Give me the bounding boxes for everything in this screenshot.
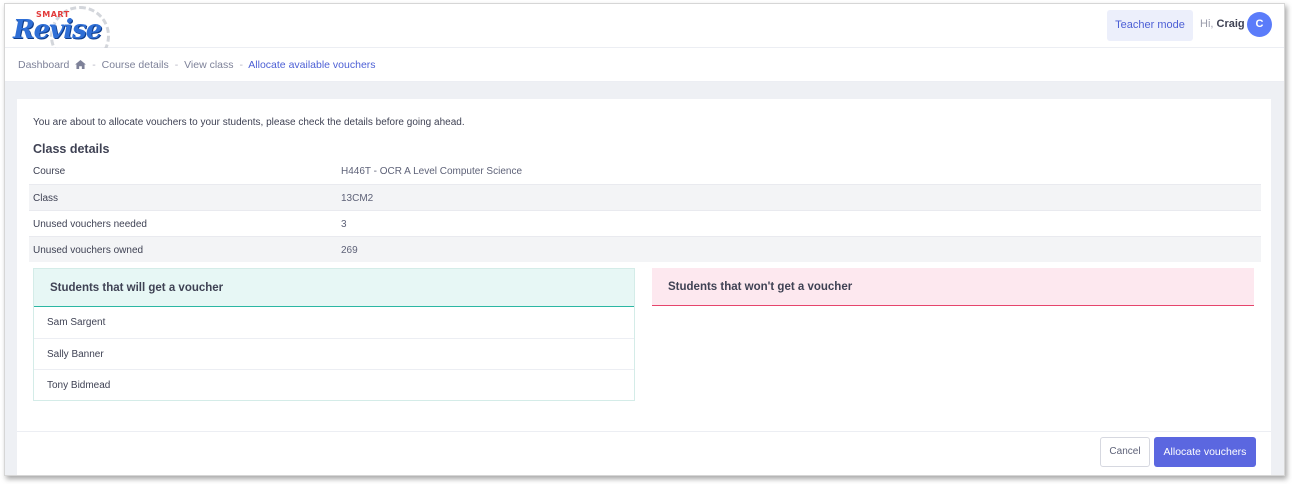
allocate-vouchers-button[interactable]: Allocate vouchers [1154,437,1256,467]
avatar[interactable]: C [1247,12,1272,37]
user-greeting: Hi, Craig [1200,10,1245,38]
detail-row-course: Course H446T - OCR A Level Computer Scie… [29,158,1261,184]
logo-text: Revise [13,15,102,45]
home-icon[interactable] [75,60,87,69]
breadcrumb-bar: Dashboard - Course details - View class … [5,48,1284,82]
breadcrumb-current: Allocate available vouchers [248,59,376,71]
footer-divider [17,431,1271,432]
list-item: Sally Banner [34,338,634,369]
top-navbar: SMART Revise Teacher mode Hi, Craig C [5,4,1284,66]
detail-row-class: Class 13CM2 [29,184,1261,210]
cancel-button[interactable]: Cancel [1100,437,1150,467]
detail-label: Unused vouchers needed [33,219,147,230]
app-window: SMART Revise Teacher mode Hi, Craig C Da… [4,3,1285,476]
detail-value: H446T - OCR A Level Computer Science [341,166,523,177]
detail-row-vouchers-needed: Unused vouchers needed 3 [29,210,1261,236]
detail-value: 3 [341,219,347,230]
students-no-voucher-panel: Students that won't get a voucher [652,268,1254,306]
allocate-card: You are about to allocate vouchers to yo… [17,99,1271,475]
students-get-voucher-title: Students that will get a voucher [34,269,634,307]
smart-revise-logo[interactable]: SMART Revise [10,4,115,66]
breadcrumb-dashboard[interactable]: Dashboard [18,59,69,71]
content-area: You are about to allocate vouchers to yo… [5,82,1284,475]
list-item: Sam Sargent [47,317,106,328]
intro-text: You are about to allocate vouchers to yo… [33,117,465,128]
students-get-voucher-panel: Students that will get a voucher Sam Sar… [33,268,635,401]
students-get-voucher-list: Sam Sargent Sally Banner Tony Bidmead [34,307,634,400]
breadcrumb-separator: - [92,59,96,71]
user-name: Craig [1216,18,1245,30]
breadcrumb: Dashboard - Course details - View class … [18,59,376,71]
detail-label: Course [33,166,66,177]
class-details-table: Course H446T - OCR A Level Computer Scie… [29,158,1261,262]
detail-value: 13CM2 [341,193,374,204]
list-item: Tony Bidmead [34,369,634,400]
breadcrumb-separator: - [174,59,179,71]
teacher-mode-button[interactable]: Teacher mode [1107,10,1193,41]
detail-label: Unused vouchers owned [33,245,144,256]
students-no-voucher-title: Students that won't get a voucher [652,268,1254,306]
greeting-prefix: Hi, [1200,18,1214,30]
class-details-title: Class details [33,142,110,156]
detail-row-vouchers-owned: Unused vouchers owned 269 [29,236,1261,262]
breadcrumb-view-class[interactable]: View class [184,59,233,71]
breadcrumb-course-details[interactable]: Course details [102,59,169,71]
detail-value: 269 [341,245,358,256]
detail-label: Class [33,193,59,204]
breadcrumb-separator: - [239,59,243,71]
